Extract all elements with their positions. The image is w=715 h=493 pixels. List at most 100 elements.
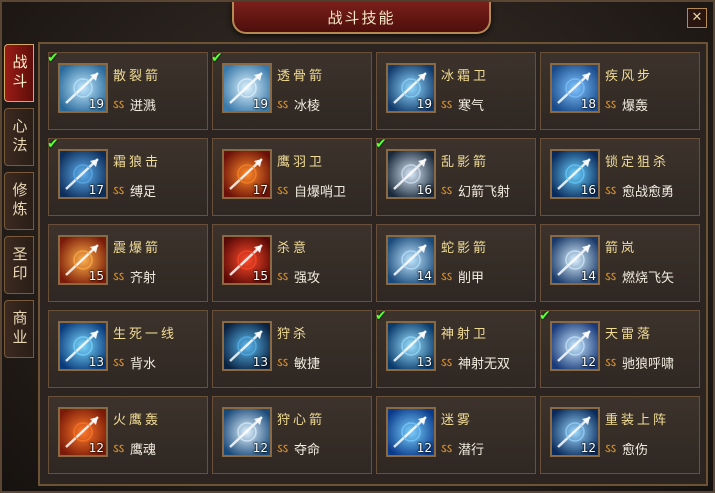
skill-card[interactable]: 12 火鹰轰 ઽઽ 鹰魂 xyxy=(48,396,208,474)
rune-icon: ઽઽ xyxy=(441,441,452,455)
sub-skill-row: ઽઽ 驰狼呼啸 xyxy=(605,353,674,373)
skill-name: 霜狼击 xyxy=(113,155,162,170)
rune-icon: ઽઽ xyxy=(277,269,288,283)
skill-card[interactable]: 12 ✔ 天雷落 ઽઽ 驰狼呼啸 xyxy=(539,308,700,388)
mist-icon[interactable]: 12 xyxy=(386,407,436,457)
tab-0[interactable]: 战斗 xyxy=(4,44,34,102)
title-bar: 战斗技能 xyxy=(232,2,491,34)
rune-icon: ઽઽ xyxy=(277,355,288,369)
skill-level: 15 xyxy=(252,269,268,283)
skill-level: 13 xyxy=(252,355,268,369)
skill-card[interactable]: 19 冰霜卫 ઽઽ 寒气 xyxy=(376,52,536,130)
killing-intent-icon[interactable]: 15 xyxy=(222,235,272,285)
heavy-armor-icon[interactable]: 12 xyxy=(550,407,600,457)
sub-skill-name: 齐射 xyxy=(129,271,156,286)
rune-icon: ઽઽ xyxy=(277,441,288,455)
divine-shot-icon[interactable]: 13 xyxy=(386,321,436,371)
sub-skill-name: 迸溅 xyxy=(129,99,156,114)
shadow-arrow-icon[interactable]: 16 xyxy=(386,149,436,199)
skill-card[interactable]: 13 ✔ 神射卫 ઽઽ 神射无双 xyxy=(375,308,536,388)
skill-card[interactable]: 19 ✔ 透骨箭 ઽઽ 冰棱 xyxy=(211,50,372,130)
rune-icon: ઽઽ xyxy=(605,441,616,455)
equipped-check-icon: ✔ xyxy=(375,136,387,152)
fire-hawk-icon[interactable]: 12 xyxy=(58,407,108,457)
skill-name: 冰霜卫 xyxy=(441,69,490,84)
skill-level: 12 xyxy=(88,441,104,455)
skill-name: 散裂箭 xyxy=(113,69,162,84)
rune-icon: ઽઽ xyxy=(113,269,124,283)
skill-level: 12 xyxy=(416,441,432,455)
tab-3[interactable]: 圣印 xyxy=(4,236,34,294)
skill-card[interactable]: 13 生死一线 ઽઽ 背水 xyxy=(48,310,208,388)
blast-arrow-icon[interactable]: 15 xyxy=(58,235,108,285)
split-arrow-icon[interactable]: 19 xyxy=(58,63,108,113)
thunder-fall-icon[interactable]: 12 xyxy=(550,321,600,371)
skill-card[interactable]: 13 狩杀 ઽઽ 敏捷 xyxy=(212,310,372,388)
rune-icon: ઽઽ xyxy=(605,355,616,369)
skill-card[interactable]: 19 ✔ 散裂箭 ઽઽ 迸溅 xyxy=(47,50,208,130)
skill-card[interactable]: 15 震爆箭 ઽઽ 齐射 xyxy=(48,224,208,302)
skill-card[interactable]: 12 重装上阵 ઽઽ 愈伤 xyxy=(540,396,700,474)
skill-name: 锁定狙杀 xyxy=(605,155,670,170)
sub-skill-name: 缚足 xyxy=(129,185,156,200)
life-line-icon[interactable]: 13 xyxy=(58,321,108,371)
frost-guard-icon[interactable]: 19 xyxy=(386,63,436,113)
skill-card[interactable]: 14 蛇影箭 ઽઽ 削甲 xyxy=(376,224,536,302)
tab-2[interactable]: 修炼 xyxy=(4,172,34,230)
heart-arrow-icon[interactable]: 12 xyxy=(222,407,272,457)
skill-level: 15 xyxy=(88,269,104,283)
sub-skill-name: 寒气 xyxy=(457,99,484,114)
tab-4[interactable]: 商业 xyxy=(4,300,34,358)
skill-name: 箭岚 xyxy=(605,241,638,256)
rune-icon: ઽઽ xyxy=(441,97,452,111)
sub-skill-name: 愈伤 xyxy=(621,443,648,458)
close-button[interactable]: ✕ xyxy=(687,8,707,28)
sub-skill-name: 鹰魂 xyxy=(129,443,156,458)
sub-skill-row: ઽઽ 夺命 xyxy=(277,439,320,459)
lock-target-icon[interactable]: 16 xyxy=(550,149,600,199)
skill-card[interactable]: 15 杀意 ઽઽ 强攻 xyxy=(212,224,372,302)
skill-card[interactable]: 18 疾风步 ઽઽ 爆轰 xyxy=(540,52,700,130)
skill-level: 12 xyxy=(580,441,596,455)
sub-skill-row: ઽઽ 鹰魂 xyxy=(113,439,156,459)
sub-skill-row: ઽઽ 幻箭飞射 xyxy=(441,181,510,201)
sub-skill-name: 敏捷 xyxy=(293,357,320,372)
eagle-guard-icon[interactable]: 17 xyxy=(222,149,272,199)
equipped-check-icon: ✔ xyxy=(539,308,551,324)
gale-step-icon[interactable]: 18 xyxy=(550,63,600,113)
skill-card[interactable]: 12 迷雾 ઽઽ 潜行 xyxy=(376,396,536,474)
rune-icon: ઽઽ xyxy=(605,269,616,283)
sub-skill-name: 潜行 xyxy=(457,443,484,458)
skill-level: 12 xyxy=(252,441,268,455)
skill-card[interactable]: 12 狩心箭 ઽઽ 夺命 xyxy=(212,396,372,474)
rune-icon: ઽઽ xyxy=(277,97,288,111)
snake-arrow-icon[interactable]: 14 xyxy=(386,235,436,285)
rune-icon: ઽઽ xyxy=(113,355,124,369)
sub-skill-row: ઽઽ 爆轰 xyxy=(605,95,648,115)
skill-card[interactable]: 14 箭岚 ઽઽ 燃烧飞矢 xyxy=(540,224,700,302)
skill-level: 16 xyxy=(580,183,596,197)
sub-skill-row: ઽઽ 缚足 xyxy=(113,181,156,201)
rune-icon: ઽઽ xyxy=(441,269,452,283)
skill-card[interactable]: 17 ✔ 霜狼击 ઽઽ 缚足 xyxy=(47,136,208,216)
skill-name: 狩杀 xyxy=(277,327,310,342)
frost-wolf-icon[interactable]: 17 xyxy=(58,149,108,199)
skill-card[interactable]: 17 鹰羽卫 ઽઽ 自爆哨卫 xyxy=(212,138,372,216)
equipped-check-icon: ✔ xyxy=(211,50,223,66)
pierce-arrow-icon[interactable]: 19 xyxy=(222,63,272,113)
rune-icon: ઽઽ xyxy=(441,183,452,197)
skill-level: 14 xyxy=(416,269,432,283)
side-tabs: 战斗心法修炼圣印商业 xyxy=(4,44,38,364)
sub-skill-name: 神射无双 xyxy=(457,357,510,372)
skill-level: 18 xyxy=(580,97,596,111)
skill-grid: 19 ✔ 散裂箭 ઽઽ 迸溅 19 ✔ 透骨箭 ઽઽ 冰棱 19 冰霜卫 ઽઽ 寒气 18 疾风步 ઽઽ 爆轰 17… xyxy=(38,42,708,486)
skill-card[interactable]: 16 ✔ 乱影箭 ઽઽ 幻箭飞射 xyxy=(375,136,536,216)
skill-name: 蛇影箭 xyxy=(441,241,490,256)
skill-card[interactable]: 16 锁定狙杀 ઽઽ 愈战愈勇 xyxy=(540,138,700,216)
arrow-storm-icon[interactable]: 14 xyxy=(550,235,600,285)
sub-skill-row: ઽઽ 寒气 xyxy=(441,95,484,115)
hunt-bow-icon[interactable]: 13 xyxy=(222,321,272,371)
tab-1[interactable]: 心法 xyxy=(4,108,34,166)
skill-level: 19 xyxy=(88,97,104,111)
rune-icon: ઽઽ xyxy=(441,355,452,369)
